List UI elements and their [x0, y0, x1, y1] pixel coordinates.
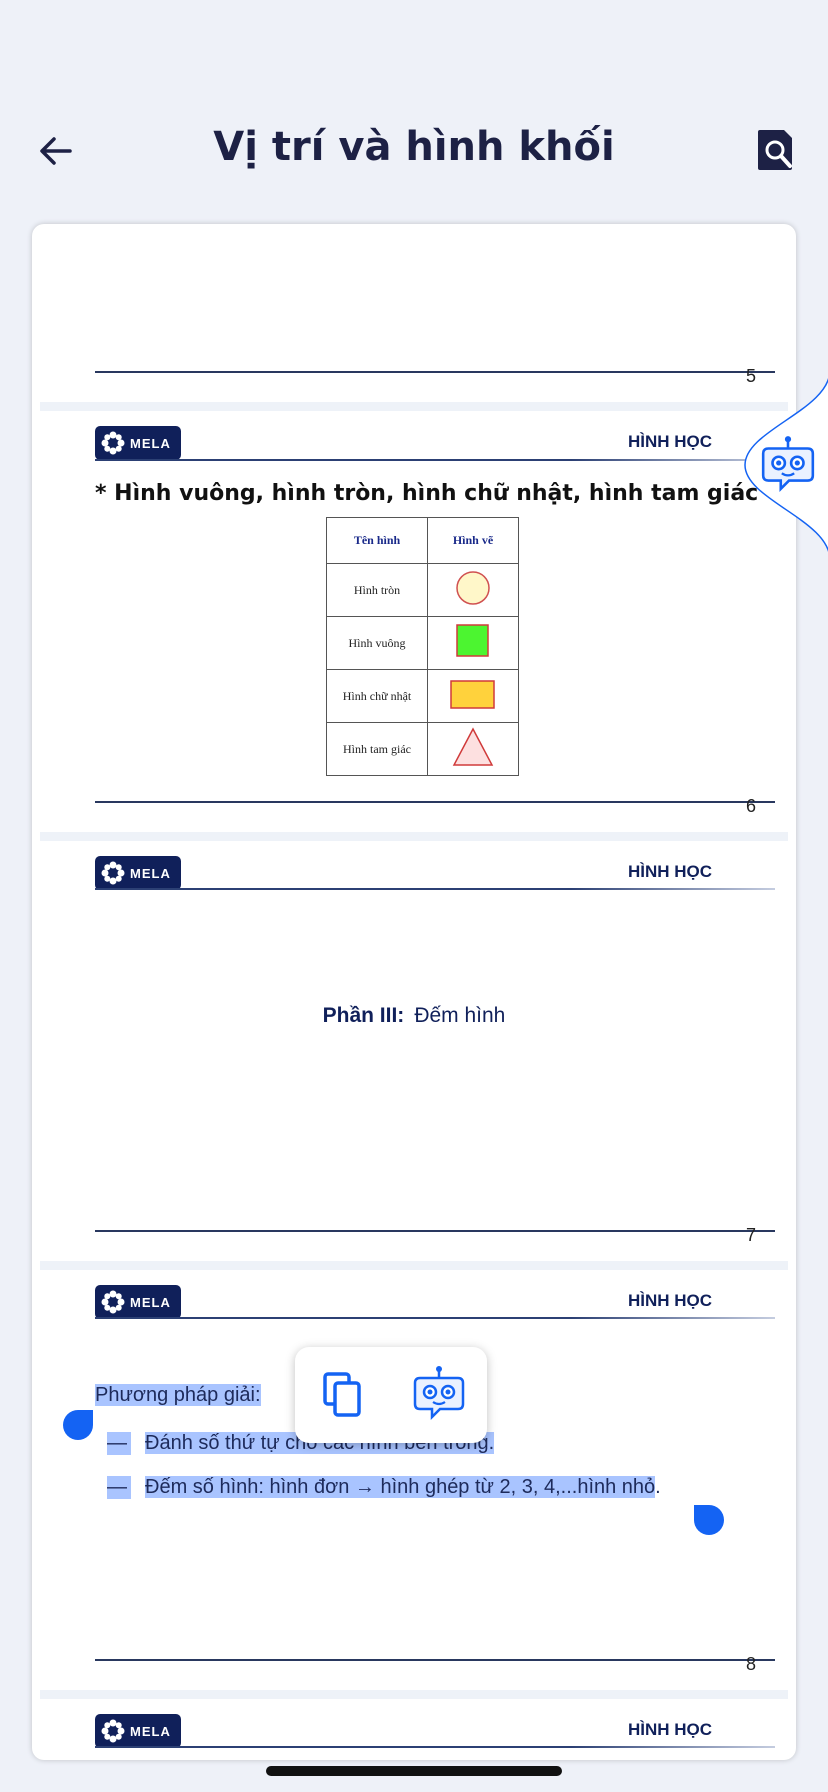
- selection-menu: [295, 1347, 487, 1443]
- bullet-dash: —: [107, 1432, 131, 1455]
- page-number: 8: [746, 1654, 757, 1674]
- robot-assistant-icon: [761, 436, 815, 492]
- top-bar: Vị trí và hình khối: [0, 0, 828, 220]
- selection-start-handle[interactable]: [63, 1410, 93, 1440]
- search-document-button[interactable]: [756, 128, 806, 178]
- assistant-side-tab[interactable]: [740, 370, 828, 560]
- brand-name: MELA: [130, 865, 171, 881]
- shapes-table: Tên hình Hình vẽ Hình tròn Hình vuông Hì…: [326, 517, 519, 776]
- section-label: HÌNH HỌC: [627, 1291, 712, 1310]
- page-footer-rule: [95, 801, 775, 803]
- table-row: Hình chữ nhật: [326, 669, 519, 723]
- brand-name: MELA: [130, 435, 171, 451]
- ask-ai-button[interactable]: [409, 1363, 469, 1423]
- page-title: Vị trí và hình khối: [213, 124, 615, 170]
- home-indicator[interactable]: [266, 1766, 562, 1776]
- mela-flower-icon: [101, 431, 125, 455]
- page-footer-rule: [95, 371, 775, 373]
- mela-logo: MELA: [95, 1285, 181, 1319]
- selected-text[interactable]: Đếm số hình: hình đơn → hình ghép từ 2, …: [145, 1476, 656, 1498]
- triangle-shape: [452, 727, 494, 766]
- mela-logo: MELA: [95, 426, 181, 460]
- mela-flower-icon: [101, 861, 125, 885]
- part-heading: Phần III: Đếm hình: [32, 1004, 796, 1028]
- bullet-end: .: [655, 1476, 661, 1498]
- table-header: Hình vẽ: [427, 517, 519, 564]
- square-shape: [456, 624, 489, 657]
- robot-assistant-icon: [413, 1366, 465, 1421]
- header-rule: [95, 1746, 775, 1748]
- shape-name: Hình tròn: [326, 563, 428, 617]
- circle-shape: [456, 571, 490, 605]
- copy-button[interactable]: [315, 1367, 371, 1423]
- mela-flower-icon: [101, 1719, 125, 1743]
- shape-name: Hình vuông: [326, 616, 428, 670]
- copy-icon: [323, 1372, 361, 1417]
- header-rule: [95, 459, 775, 461]
- brand-name: MELA: [130, 1723, 171, 1739]
- shape-name: Hình chữ nhật: [326, 669, 428, 723]
- method-title[interactable]: Phương pháp giải:: [95, 1384, 261, 1407]
- page-number: 6: [746, 796, 757, 816]
- page-separator: [40, 402, 788, 411]
- table-row: Hình vuông: [326, 616, 519, 670]
- table-row: Hình tròn: [326, 563, 519, 617]
- page-separator: [40, 1261, 788, 1270]
- selected-text[interactable]: Phương pháp giải:: [95, 1384, 261, 1406]
- mela-flower-icon: [101, 1290, 125, 1314]
- page-footer-rule: [95, 1230, 775, 1232]
- shapes-heading: * Hình vuông, hình tròn, hình chữ nhật, …: [95, 481, 759, 506]
- search-document-icon: [758, 130, 792, 170]
- page-separator: [40, 1690, 788, 1699]
- list-item[interactable]: — Đếm số hình: hình đơn → hình ghép từ 2,…: [107, 1476, 661, 1499]
- brand-name: MELA: [130, 1294, 171, 1310]
- page-number: 7: [746, 1225, 757, 1245]
- rectangle-shape: [450, 680, 495, 709]
- part-label: Phần III:: [322, 1004, 405, 1027]
- part-title: Đếm hình: [414, 1004, 506, 1027]
- section-label: HÌNH HỌC: [627, 432, 712, 451]
- bullet-dash: —: [107, 1476, 131, 1499]
- page-separator: [40, 832, 788, 841]
- shape-name: Hình tam giác: [326, 722, 428, 776]
- header-rule: [95, 888, 775, 890]
- section-label: HÌNH HỌC: [627, 1720, 712, 1739]
- mela-logo: MELA: [95, 856, 181, 890]
- table-row: Hình tam giác: [326, 722, 519, 776]
- selection-end-handle[interactable]: [694, 1505, 724, 1535]
- table-header: Tên hình: [326, 517, 428, 564]
- section-label: HÌNH HỌC: [627, 862, 712, 881]
- page-footer-rule: [95, 1659, 775, 1661]
- mela-logo: MELA: [95, 1714, 181, 1748]
- document-viewer[interactable]: 5 MELA HÌNH HỌC * Hình vuông, hình tròn,…: [32, 224, 796, 1760]
- header-rule: [95, 1317, 775, 1319]
